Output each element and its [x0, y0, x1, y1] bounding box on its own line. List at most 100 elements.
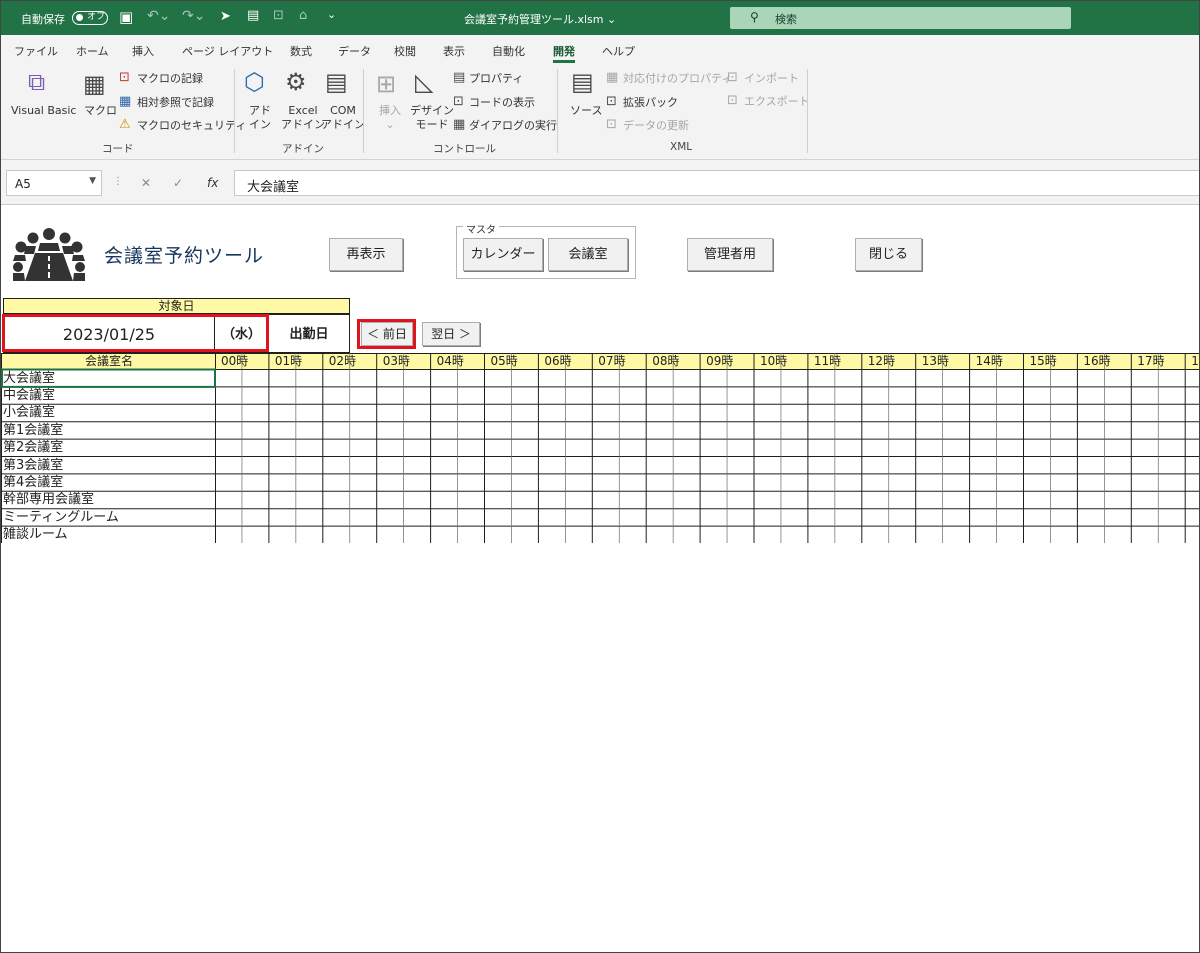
source-button[interactable]: ソース	[570, 104, 602, 118]
control-group-label: コントロール	[433, 143, 496, 155]
gear-icon: ⚙	[285, 68, 307, 96]
more-options-icon: ⋮	[113, 176, 123, 187]
room-name-cell[interactable]: 大会議室	[3, 371, 55, 386]
room-name-cell[interactable]: 雑談ルーム	[3, 527, 68, 542]
visual-basic-button[interactable]: Visual Basic	[11, 104, 76, 118]
tab-data[interactable]: データ	[338, 43, 371, 59]
calendar-button[interactable]: カレンダー	[463, 238, 543, 271]
import-button[interactable]: インポート	[744, 72, 799, 86]
tab-page-layout[interactable]: ページ レイアウト	[182, 43, 273, 59]
autosave-toggle[interactable]: オフ	[72, 11, 108, 25]
properties-icon: ▤	[453, 70, 466, 85]
run-dialog-button[interactable]: ダイアログの実行	[469, 119, 557, 133]
ribbon: ⧉ Visual Basic ▦ マクロ ⊡ マクロの記録 ▦ 相対参照で記録 …	[1, 63, 1199, 160]
refresh-data-button[interactable]: データの更新	[623, 119, 689, 133]
addin-button[interactable]: アド イン	[249, 104, 271, 132]
next-day-button[interactable]: 翌日 ＞	[422, 322, 480, 346]
rooms-button[interactable]: 会議室	[548, 238, 628, 271]
separator	[557, 69, 558, 153]
autosave-label: 自動保存	[21, 13, 65, 26]
lock-icon[interactable]: ⌂	[299, 8, 307, 23]
macro-security-button[interactable]: マクロのセキュリティ	[137, 119, 246, 133]
tab-view[interactable]: 表示	[443, 43, 465, 59]
day-type-cell: 出勤日	[268, 314, 350, 353]
search-placeholder: 検索	[775, 13, 797, 26]
room-name-cell[interactable]: 第2会議室	[3, 440, 63, 455]
cursor-icon[interactable]: ➤	[220, 9, 231, 24]
formula-input[interactable]: 大会議室	[234, 170, 1199, 196]
view-code-button[interactable]: コードの表示	[469, 96, 535, 110]
name-box[interactable]: A5 ▼	[6, 170, 102, 196]
file-name[interactable]: 会議室予約管理ツール.xlsm ⌄	[464, 11, 616, 27]
hour-header: 13時	[921, 354, 949, 368]
master-group-label: マスタ	[463, 221, 499, 236]
insert-control-button[interactable]: 挿入 ⌄	[379, 104, 401, 132]
properties-button[interactable]: プロパティ	[469, 72, 523, 86]
excel-window: 自動保存 オフ ▣ ↶⌄ ↷⌄ ➤ ▤ ⊡ ⌂ ⌄ 会議室予約管理ツール.xls…	[0, 0, 1200, 953]
macro-icon: ▦	[83, 70, 106, 98]
hour-header: 08時	[652, 354, 680, 368]
app-title: 会議室予約ツール	[104, 245, 265, 267]
hour-header: 01時	[274, 354, 303, 368]
map-properties-button[interactable]: 対応付けのプロパティ	[623, 72, 732, 86]
save-icon[interactable]: ▣	[119, 8, 133, 26]
room-name-cell[interactable]: ミーティングルーム	[3, 510, 119, 525]
expansion-packs-button[interactable]: 拡張パック	[623, 96, 678, 110]
hour-header: 09時	[706, 354, 734, 368]
formula-bar: A5 ▼ ⋮ ✕ ✓ fx 大会議室	[1, 160, 1199, 205]
room-name-cell[interactable]: 第3会議室	[3, 458, 63, 473]
excel-addin-button[interactable]: Excel アドイン	[281, 104, 325, 132]
tab-help[interactable]: ヘルプ	[602, 43, 635, 59]
close-button[interactable]: 閉じる	[855, 238, 922, 271]
cancel-icon[interactable]: ✕	[141, 176, 151, 190]
admin-button[interactable]: 管理者用	[687, 238, 773, 271]
room-name-cell[interactable]: 幹部専用会議室	[3, 492, 94, 507]
customize-qat-icon[interactable]: ⌄	[327, 8, 336, 21]
hour-header: 14時	[975, 354, 1003, 368]
hour-header: 12時	[867, 354, 896, 368]
hour-header: 11時	[813, 354, 842, 368]
form-icon[interactable]: ▤	[247, 8, 259, 23]
room-name-cell[interactable]: 第4会議室	[3, 475, 63, 490]
hour-header: 10時	[760, 354, 788, 368]
xml-group-label: XML	[670, 141, 693, 153]
tab-file[interactable]: ファイル	[14, 43, 58, 59]
autosave-state: オフ	[87, 12, 106, 22]
enter-icon[interactable]: ✓	[173, 176, 183, 190]
search-icon: ⚲	[750, 10, 759, 24]
hour-header: 03時	[382, 354, 410, 368]
picture-icon[interactable]: ⊡	[273, 8, 284, 23]
hour-header: 05時	[490, 354, 518, 368]
record-macro-button[interactable]: マクロの記録	[137, 72, 203, 86]
design-mode-button[interactable]: デザイン モード	[410, 104, 454, 132]
tab-home[interactable]: ホーム	[76, 43, 109, 59]
separator	[807, 69, 808, 153]
export-button[interactable]: エクスポート	[744, 95, 810, 109]
reservation-grid	[1, 353, 1199, 543]
search-box[interactable]: ⚲ 検索	[730, 7, 1071, 29]
tab-review[interactable]: 校閲	[394, 43, 416, 59]
undo-icon[interactable]: ↶⌄	[147, 8, 170, 24]
com-addin-button[interactable]: COM アドイン	[321, 104, 365, 132]
design-mode-icon: ◺	[415, 68, 434, 96]
insert-function-icon[interactable]: fx	[207, 176, 218, 190]
redo-icon[interactable]: ↷⌄	[182, 8, 205, 24]
tab-insert[interactable]: 挿入	[132, 43, 154, 59]
relative-ref-button[interactable]: 相対参照で記録	[137, 96, 214, 110]
chevron-down-icon[interactable]: ▼	[89, 176, 96, 186]
hour-header: 02時	[328, 354, 357, 368]
target-date-header: 対象日	[3, 298, 350, 314]
visual-basic-icon: ⧉	[28, 68, 46, 96]
room-name-cell[interactable]: 中会議室	[3, 388, 55, 403]
room-name-cell[interactable]: 小会議室	[3, 405, 55, 420]
tab-formulas[interactable]: 数式	[290, 43, 312, 59]
addin-icon: ⬡	[244, 68, 265, 96]
tab-automate[interactable]: 自動化	[492, 43, 525, 59]
tab-developer[interactable]: 開発	[553, 43, 575, 63]
insert-control-icon: ⊞	[376, 70, 397, 98]
code-group-label: コード	[102, 143, 134, 155]
refresh-button[interactable]: 再表示	[329, 238, 403, 271]
macro-button[interactable]: マクロ	[84, 104, 117, 118]
room-name-cell[interactable]: 第1会議室	[3, 423, 63, 438]
warning-icon: ⚠	[119, 117, 131, 132]
